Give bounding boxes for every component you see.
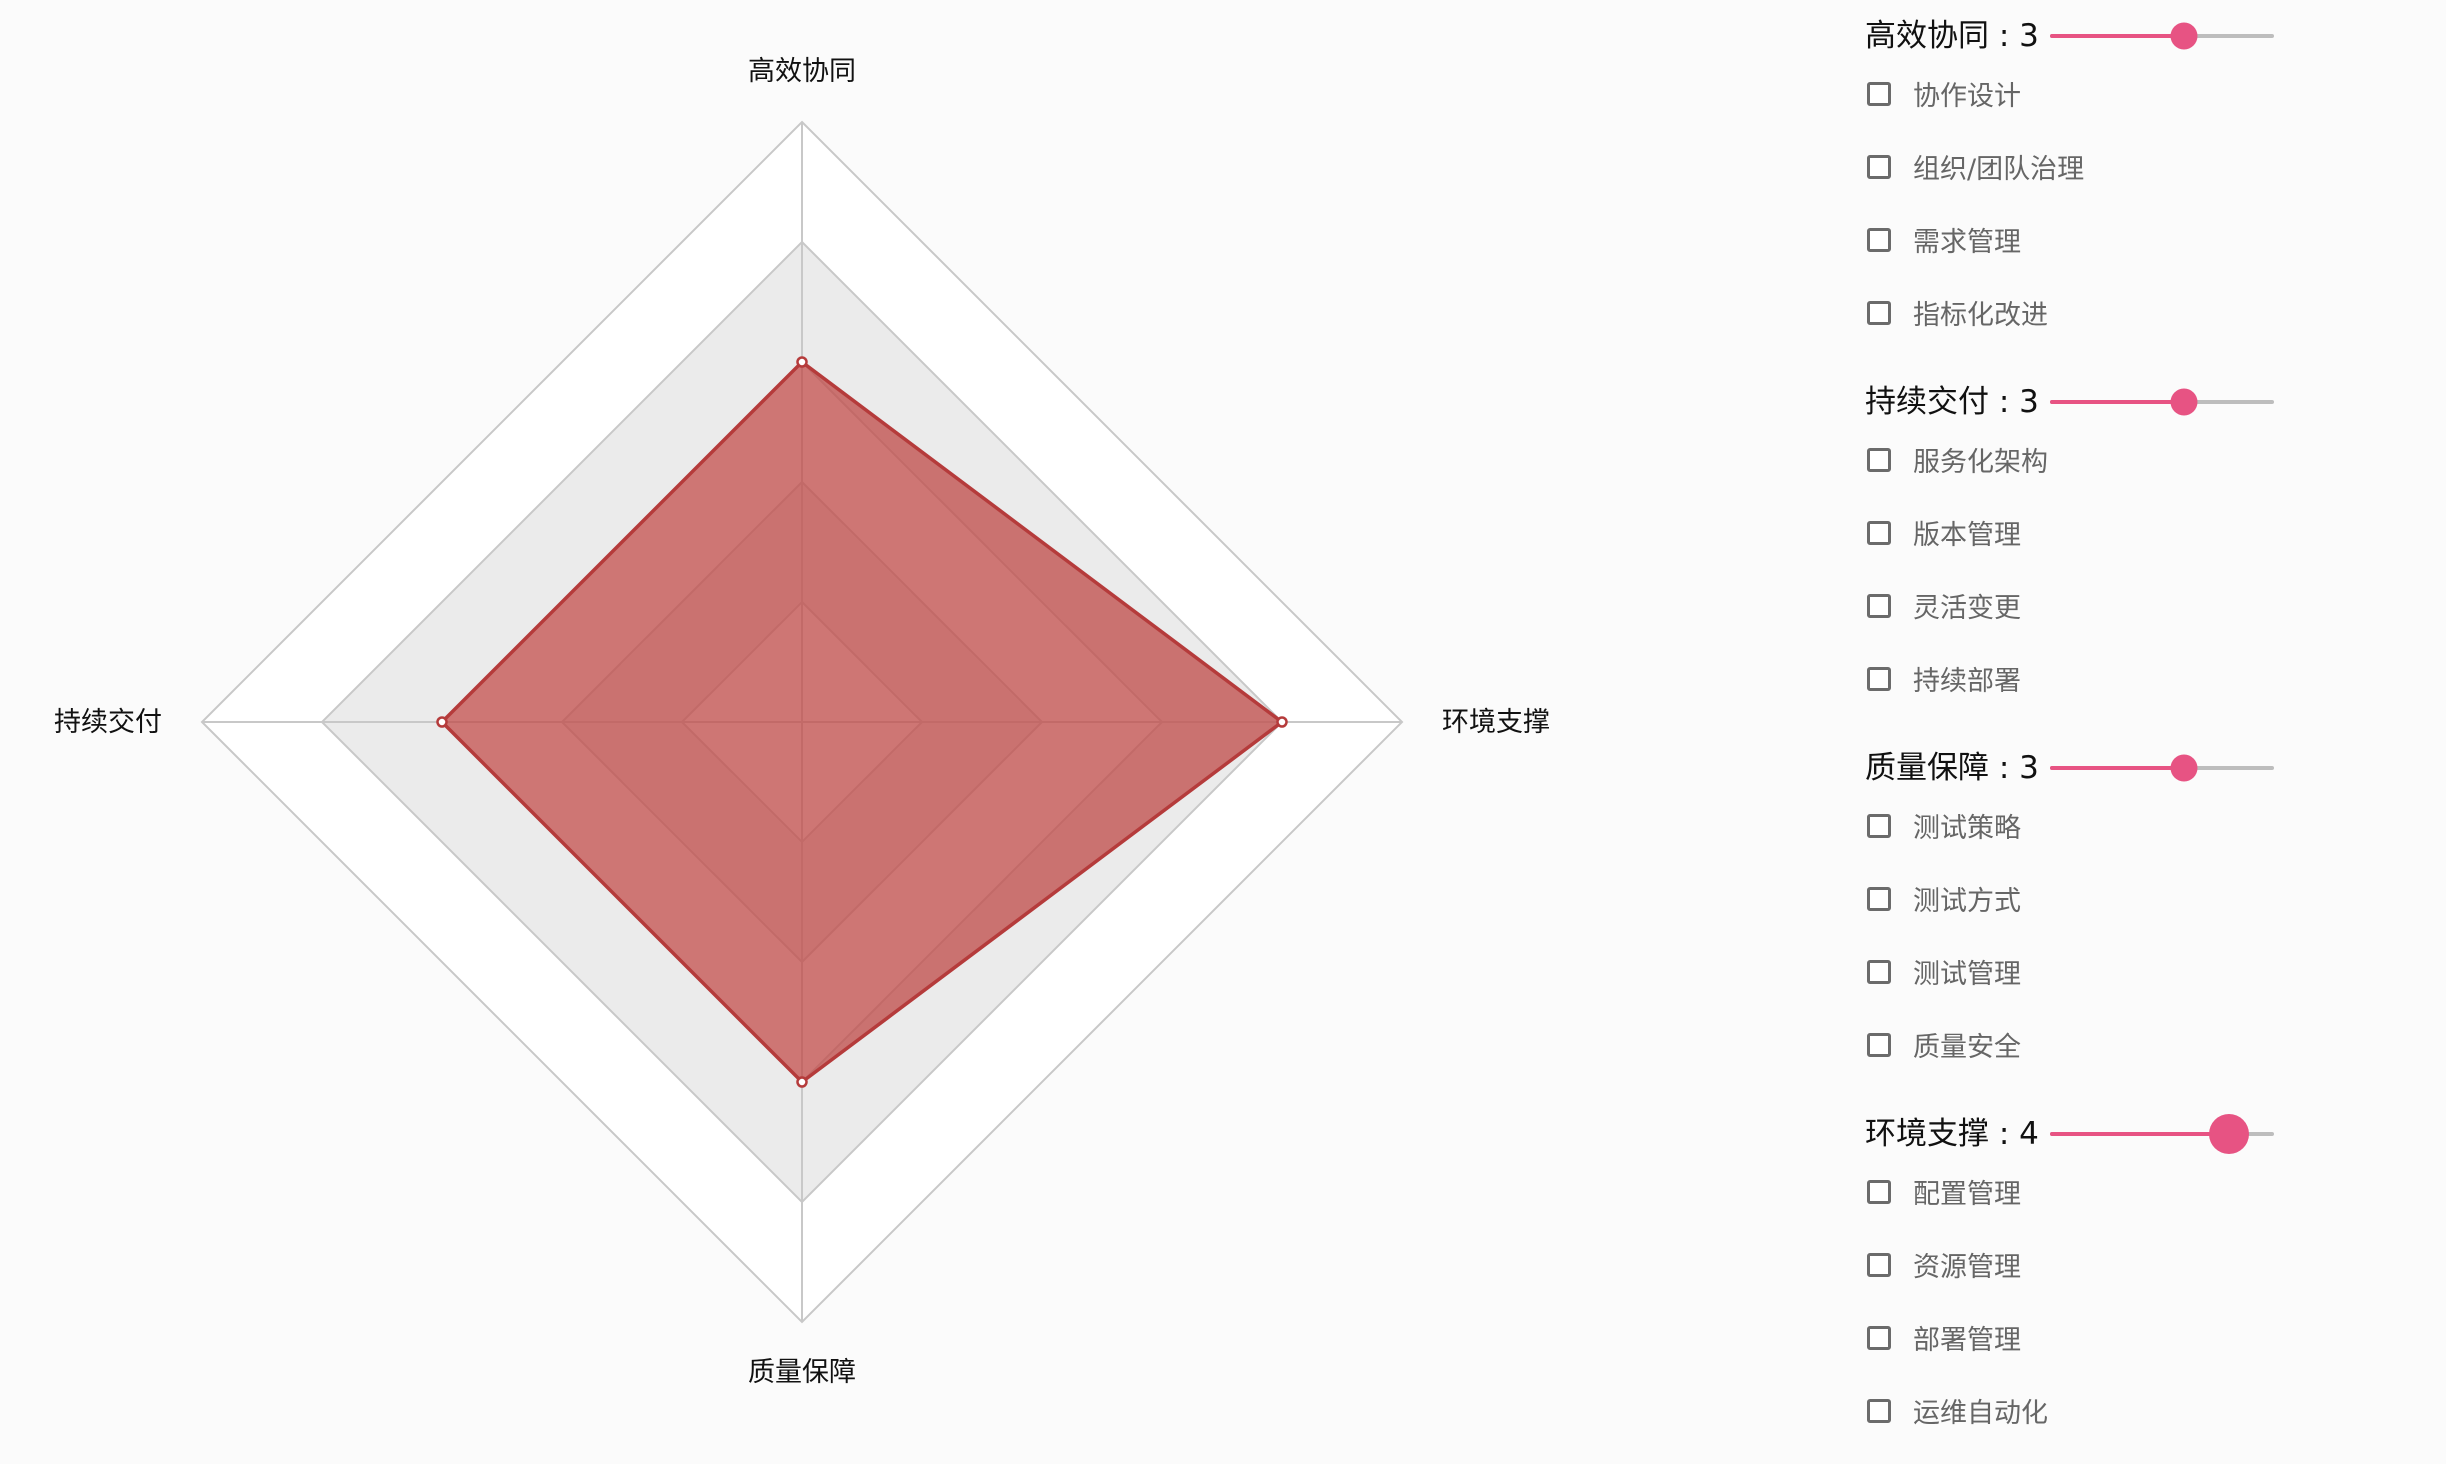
radar-axis-label: 高效协同 xyxy=(748,56,856,87)
settings-panel: 高效协同 : 3 协作设计组织/团队治理 需求管理指标化改进持续交付 : 3 服务化架… xyxy=(1860,0,2280,1464)
checkbox-label: 指标化改进 xyxy=(1913,300,2048,331)
checkbox-label: 配置管理 xyxy=(1913,1179,2021,1210)
checkbox[interactable] xyxy=(1867,887,1891,911)
section-collaboration: 高效协同 : 3 协作设计组织/团队治理 需求管理指标化改进 xyxy=(1860,0,2280,366)
checkbox[interactable] xyxy=(1867,960,1891,984)
slider-thumb[interactable] xyxy=(2170,388,2198,416)
section-title: 质量保障 : 3 xyxy=(1865,750,2039,786)
checkbox-label: 组织/团队治理 xyxy=(1913,154,2085,185)
radar-axis-label: 环境支撑 xyxy=(1442,707,1550,738)
checkbox-label: 质量安全 xyxy=(1913,1032,2021,1063)
checkbox-item[interactable]: 测试管理 xyxy=(1860,952,2280,1025)
section-header: 持续交付 : 3 xyxy=(1860,366,2280,440)
checkbox-label: 服务化架构 xyxy=(1913,447,2048,478)
slider-fill xyxy=(2050,34,2185,38)
section-title: 环境支撑 : 4 xyxy=(1865,1116,2039,1152)
checkbox-item[interactable]: 组织/团队治理 xyxy=(1860,147,2280,220)
section-header: 环境支撑 : 4 xyxy=(1860,1098,2280,1172)
checkbox-item[interactable]: 持续部署 xyxy=(1860,659,2280,732)
checkbox-label: 运维自动化 xyxy=(1913,1398,2048,1429)
checkbox-label: 资源管理 xyxy=(1913,1252,2021,1283)
checkbox-label: 需求管理 xyxy=(1913,227,2021,258)
section-environment: 环境支撑 : 4 配置管理资源管理部署管理运维自动化 xyxy=(1860,1098,2280,1464)
checkbox[interactable] xyxy=(1867,594,1891,618)
section-header: 高效协同 : 3 xyxy=(1860,0,2280,74)
score-slider[interactable] xyxy=(2050,22,2274,50)
checkbox-label: 测试策略 xyxy=(1913,813,2021,844)
radar-axis-label: 持续交付 xyxy=(54,707,162,738)
checkbox-item[interactable]: 部署管理 xyxy=(1860,1318,2280,1391)
checkbox-item[interactable]: 指标化改进 xyxy=(1860,293,2280,366)
checkbox[interactable] xyxy=(1867,1180,1891,1204)
checkbox-item[interactable]: 质量安全 xyxy=(1860,1025,2280,1098)
slider-fill xyxy=(2050,766,2185,770)
section-quality: 质量保障 : 3 测试策略测试方式测试管理质量安全 xyxy=(1860,732,2280,1098)
checkbox[interactable] xyxy=(1867,1253,1891,1277)
radar-data-point xyxy=(796,1076,808,1088)
checkbox[interactable] xyxy=(1867,667,1891,691)
slider-fill xyxy=(2050,400,2185,404)
section-header: 质量保障 : 3 xyxy=(1860,732,2280,806)
radar-axis-label: 质量保障 xyxy=(748,1357,856,1388)
checkbox-label: 持续部署 xyxy=(1913,666,2021,697)
checkbox[interactable] xyxy=(1867,448,1891,472)
checkbox-label: 测试方式 xyxy=(1913,886,2021,917)
checkbox-label: 版本管理 xyxy=(1913,520,2021,551)
checkbox-item[interactable]: 协作设计 xyxy=(1860,74,2280,147)
checkbox-label: 部署管理 xyxy=(1913,1325,2021,1356)
section-title: 高效协同 : 3 xyxy=(1865,18,2039,54)
checkbox-item[interactable]: 服务化架构 xyxy=(1860,440,2280,513)
checkbox-label: 测试管理 xyxy=(1913,959,2021,990)
slider-thumb[interactable] xyxy=(2170,22,2198,50)
slider-fill xyxy=(2050,1132,2230,1136)
checkbox-item[interactable]: 版本管理 xyxy=(1860,513,2280,586)
checkbox-item[interactable]: 配置管理 xyxy=(1860,1172,2280,1245)
checkbox-item[interactable]: 运维自动化 xyxy=(1860,1391,2280,1464)
radar-data-point xyxy=(1276,716,1288,728)
checkbox-item[interactable]: 测试方式 xyxy=(1860,879,2280,952)
checkbox-label: 灵活变更 xyxy=(1913,593,2021,624)
section-title: 持续交付 : 3 xyxy=(1865,384,2039,420)
checkbox[interactable] xyxy=(1867,155,1891,179)
checkbox-label: 协作设计 xyxy=(1913,81,2021,112)
radar-chart: 高效协同环境支撑质量保障 持续交付 xyxy=(54,56,1550,1388)
checkbox-item[interactable]: 灵活变更 xyxy=(1860,586,2280,659)
checkbox[interactable] xyxy=(1867,1033,1891,1057)
slider-thumb[interactable] xyxy=(2170,754,2198,782)
checkbox[interactable] xyxy=(1867,82,1891,106)
score-slider[interactable] xyxy=(2050,754,2274,782)
section-delivery: 持续交付 : 3 服务化架构版本管理灵活变更持续部署 xyxy=(1860,366,2280,732)
radar-data-point xyxy=(796,356,808,368)
checkbox-item[interactable]: 资源管理 xyxy=(1860,1245,2280,1318)
checkbox[interactable] xyxy=(1867,1326,1891,1350)
score-slider[interactable] xyxy=(2050,1114,2274,1154)
checkbox[interactable] xyxy=(1867,1399,1891,1423)
slider-thumb[interactable] xyxy=(2209,1114,2250,1154)
checkbox[interactable] xyxy=(1867,814,1891,838)
checkbox[interactable] xyxy=(1867,228,1891,252)
checkbox[interactable] xyxy=(1867,521,1891,545)
radar-data-point xyxy=(436,716,448,728)
checkbox-item[interactable]: 测试策略 xyxy=(1860,806,2280,879)
checkbox[interactable] xyxy=(1867,301,1891,325)
score-slider[interactable] xyxy=(2050,388,2274,416)
checkbox-item[interactable]: 需求管理 xyxy=(1860,220,2280,293)
